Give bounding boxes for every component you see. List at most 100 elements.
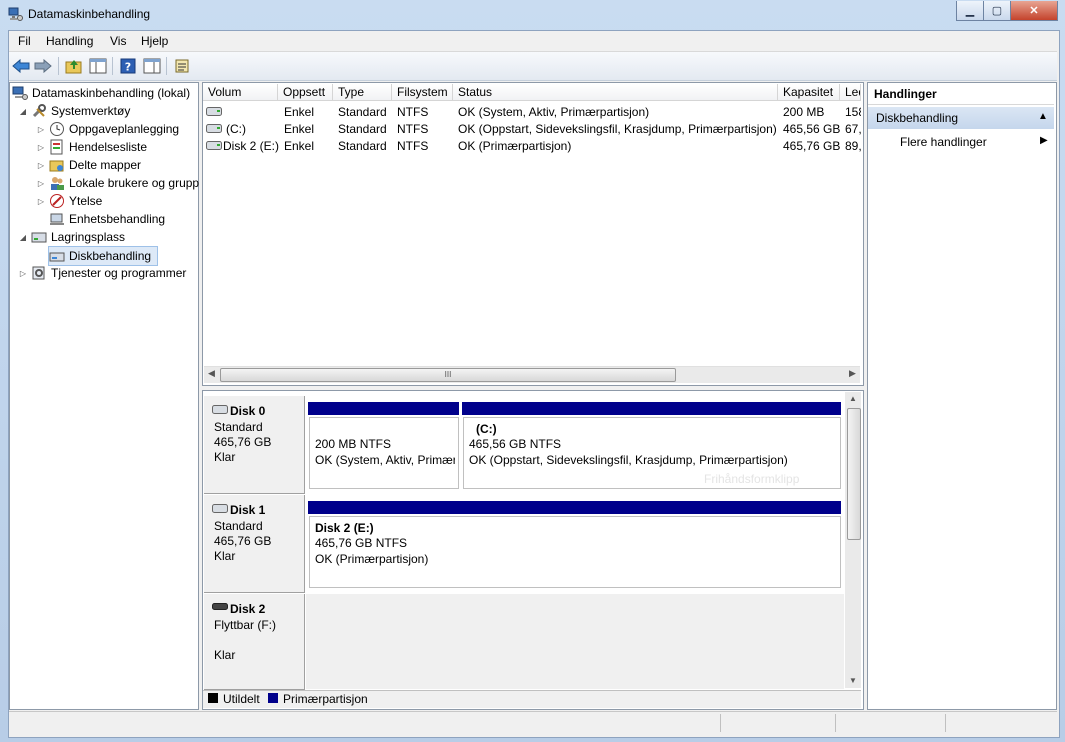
cell-capacity: 465,76 GB [783,139,841,153]
tree-item-system-tools[interactable]: ◢ Systemverktøy [18,102,130,120]
tree-item-services[interactable]: ▷ Tjenester og programmer [18,264,186,282]
disk-size: 465,76 GB [214,435,272,449]
cell-filesystem: NTFS [397,105,429,119]
cell-status: OK (System, Aktiv, Primærpartisjon) [458,105,650,119]
menu-action[interactable]: Handling [46,34,93,48]
tree-item-task-scheduler[interactable]: ▷ Oppgaveplanlegging [36,120,179,138]
maximize-icon: ▢ [991,5,1003,17]
scrollbar-thumb[interactable]: III [220,368,676,382]
toolbar-separator [112,57,113,75]
scroll-up-icon[interactable]: ▲ [849,394,857,403]
partition-system-reserved[interactable]: 200 MB NTFS OK (System, Aktiv, Primær [309,417,459,489]
cell-free: 89,9 [845,139,861,153]
collapsed-arrow-icon: ▷ [37,160,45,170]
more-actions-label: Flere handlinger [900,135,987,149]
scroll-right-icon[interactable]: ▶ [849,368,856,379]
table-row[interactable]: Enkel Standard NTFS OK (System, Aktiv, P… [203,103,861,120]
console-view-icon [143,58,161,74]
console-view-button[interactable] [142,56,162,76]
partition-bar [308,501,841,514]
column-header-free[interactable]: Led [840,84,861,101]
forward-button[interactable] [33,56,53,76]
show-tree-button[interactable] [88,56,108,76]
tree-item-label: Delte mapper [69,158,142,172]
disk-2-label[interactable]: Disk 2 Flyttbar (F:) Klar [204,594,305,690]
cell-layout: Enkel [284,105,315,119]
title-bar[interactable]: Datamaskinbehandling [0,0,1065,28]
legend-primary: Primærpartisjon [283,692,368,706]
tree-item-performance[interactable]: ▷ Ytelse [36,192,102,210]
expanded-arrow-icon: ◢ [19,232,27,242]
column-header-type[interactable]: Type [333,84,392,101]
partition-bar [308,402,459,415]
menu-help[interactable]: Hjelp [141,34,168,48]
tree-item-storage[interactable]: ◢ Lagringsplass [18,228,125,246]
collapse-up-icon[interactable]: ▲ [1038,111,1048,122]
more-actions-item[interactable]: Flere handlinger ▶ [868,131,1054,151]
column-header-status[interactable]: Status [453,84,778,101]
partition-size: 465,76 GB NTFS [315,536,408,550]
show-tree-icon [89,58,107,74]
cell-volume: Disk 2 (E:) [223,139,280,153]
event-log-icon [50,139,63,155]
tree-item-label: Systemverktøy [51,104,131,118]
disk-0-label[interactable]: Disk 0 Standard 465,76 GB Klar [204,396,305,494]
column-header-filesystem[interactable]: Filsystem [392,84,453,101]
close-button[interactable]: ✕ [1010,1,1058,21]
column-header-layout[interactable]: Oppsett [278,84,333,101]
drive-icon [206,107,222,116]
cell-layout: Enkel [284,139,315,153]
actions-section-disk-management[interactable]: Diskbehandling [868,107,1054,129]
hard-disk-icon [212,405,228,414]
tree-item-root[interactable]: Datamaskinbehandling (lokal) [12,84,190,102]
disk-size: 465,76 GB [214,534,272,548]
menu-view[interactable]: Vis [110,34,126,48]
tree-item-device-manager[interactable]: Enhetsbehandling [49,210,165,228]
properties-button[interactable] [172,56,192,76]
users-icon [51,177,64,190]
computer-management-icon [12,86,28,100]
toolbar-separator [58,57,59,75]
cell-free: 67,6 [845,122,861,136]
performance-icon [50,194,64,208]
minimize-button[interactable]: ▁ [956,1,984,21]
collapsed-arrow-icon: ▷ [37,196,45,206]
tree-item-shared-folders[interactable]: ▷ Delte mapper [36,156,141,174]
menu-file[interactable]: Fil [18,34,31,48]
status-bar [9,711,1057,736]
cell-filesystem: NTFS [397,122,429,136]
partition-c[interactable]: (C:) 465,56 GB NTFS OK (Oppstart, Sideve… [463,417,841,489]
disk-2-empty-area [306,594,844,689]
storage-icon [31,232,47,243]
tree-item-label: Hendelsesliste [69,140,148,154]
collapsed-arrow-icon: ▷ [19,268,27,278]
column-header-capacity[interactable]: Kapasitet [778,84,840,101]
help-button[interactable]: ? [118,56,138,76]
table-row[interactable]: (C:) Enkel Standard NTFS OK (Oppstart, S… [203,120,861,137]
submenu-arrow-icon: ▶ [1040,135,1048,146]
scroll-down-icon[interactable]: ▼ [849,676,857,685]
back-button[interactable] [11,56,31,76]
drive-icon [206,141,222,150]
disk-1-label[interactable]: Disk 1 Standard 465,76 GB Klar [204,495,305,593]
tree-item-event-viewer[interactable]: ▷ Hendelsesliste [36,138,147,156]
up-folder-button[interactable] [64,56,84,76]
partition-e[interactable]: Disk 2 (E:) 465,76 GB NTFS OK (Primærpar… [309,516,841,588]
table-row[interactable]: Disk 2 (E:) Enkel Standard NTFS OK (Prim… [203,137,861,154]
device-manager-icon [50,213,64,225]
up-folder-icon [65,60,82,74]
actions-header: Handlinger [868,83,1054,105]
partition-name: (C:) [476,422,497,436]
scroll-left-icon[interactable]: ◀ [208,368,215,379]
tree-item-local-users[interactable]: ▷ Lokale brukere og grupp [36,174,199,192]
column-header-volume[interactable]: Volum [203,84,278,101]
disk-type: Standard [214,519,263,533]
scrollbar-thumb[interactable] [847,408,861,540]
disk-name: Disk 1 [230,503,266,517]
partition-name: Disk 2 (E:) [315,521,374,535]
close-icon: ✕ [1029,5,1039,17]
tree-item-disk-management[interactable]: Diskbehandling [48,246,158,266]
expanded-arrow-icon: ◢ [19,106,27,116]
maximize-button[interactable]: ▢ [983,1,1011,21]
tree-item-label: Tjenester og programmer [51,266,187,280]
